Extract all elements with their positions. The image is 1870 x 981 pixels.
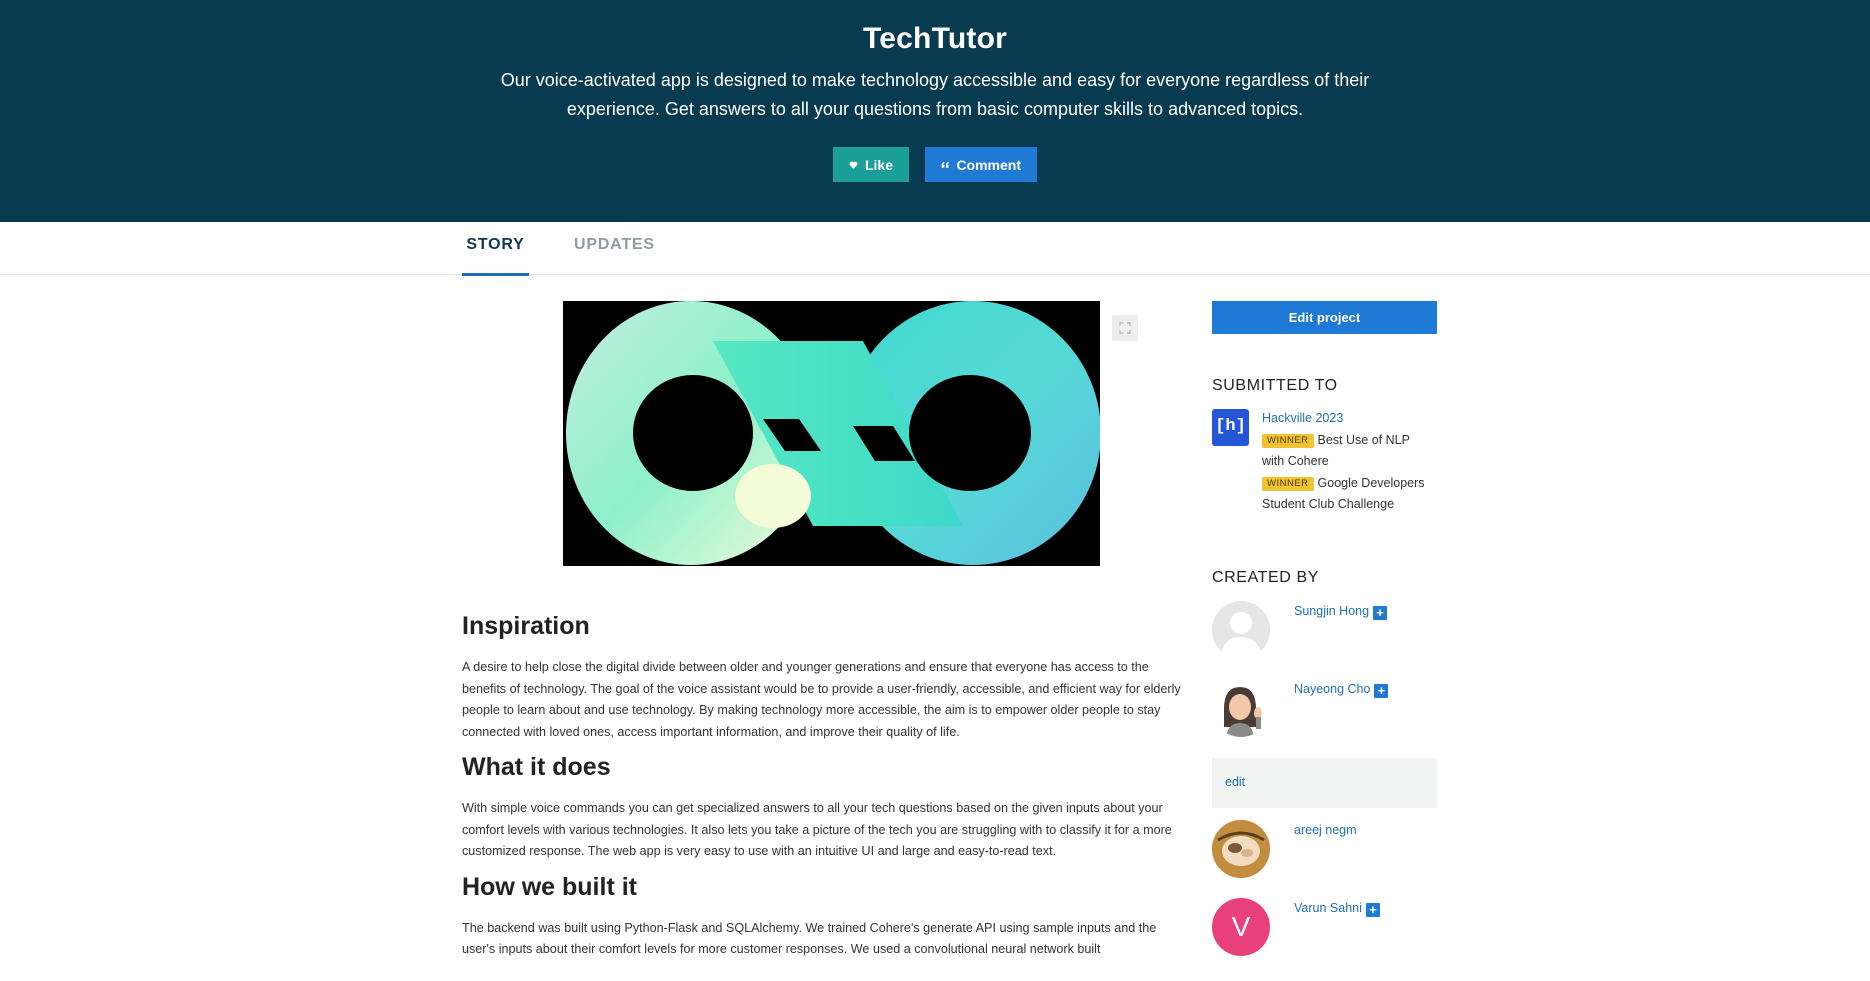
edit-team-box: edit [1212,758,1437,808]
member-name[interactable]: Nayeong Cho + [1294,682,1389,698]
avatar[interactable] [1212,679,1270,737]
project-image[interactable] [563,301,1100,566]
hackathon-logo-text: [h] [1215,417,1246,436]
project-header: TechTutor Our voice-activated app is des… [0,0,1870,222]
member-name-text: areej negm [1294,823,1357,837]
winner-badge: WINNER [1262,433,1314,448]
member-name-text: Varun Sahni [1294,901,1362,915]
avatar[interactable]: V [1212,898,1270,956]
default-user-icon [1212,601,1270,659]
edit-project-button[interactable]: Edit project [1212,301,1437,334]
follow-plus-button[interactable]: + [1373,606,1388,620]
hackathon-logo[interactable]: [h] [1212,409,1249,446]
infinity-logo-image [566,301,1100,565]
submitted-to-heading: SUBMITTED TO [1212,377,1338,394]
avatar[interactable] [1212,601,1270,659]
avatar[interactable] [1212,820,1270,878]
member-name[interactable]: Varun Sahni + [1294,901,1380,917]
comment-label: Comment [956,156,1021,173]
created-by-heading: CREATED BY [1212,569,1320,586]
memoji-avatar-icon [1212,679,1270,737]
project-tagline: Our voice-activated app is designed to m… [500,70,1370,119]
heart-icon [849,161,858,169]
hackathon-link[interactable]: Hackville 2023 [1262,408,1432,430]
header-actions: Like Comment [0,147,1870,182]
tab-story[interactable]: STORY [462,236,529,276]
project-title: TechTutor [862,22,1007,55]
comment-button[interactable]: Comment [925,147,1037,182]
project-tabs: STORY UPDATES [0,222,1870,276]
follow-plus-button[interactable]: + [1374,684,1389,698]
member-name[interactable]: areej negm [1294,823,1357,837]
quote-icon [941,161,949,168]
winner-badge: WINNER [1262,476,1314,491]
story-content: Inspiration A desire to help close the d… [462,612,1186,961]
section-text-what-it-does: With simple voice commands you can get s… [462,801,1172,858]
section-heading-what-it-does: What it does [462,753,611,781]
expand-icon [1119,322,1131,334]
photo-avatar-icon [1212,820,1270,878]
award-item: WINNER Google Developers Student Club Cha… [1262,473,1432,516]
follow-plus-button[interactable]: + [1365,903,1380,917]
like-button[interactable]: Like [833,147,909,182]
submission-details: Hackville 2023 WINNER Best Use of NLP wit… [1262,408,1432,516]
section-text-inspiration: A desire to help close the digital divid… [462,660,1181,739]
section-heading-inspiration: Inspiration [462,612,590,640]
like-label: Like [864,156,893,173]
avatar-initial: V [1231,911,1251,942]
section-text-how-we-built-it: The backend was built using Python-Flask… [462,920,1157,957]
tab-updates[interactable]: UPDATES [574,236,655,273]
section-heading-how-we-built-it: How we built it [462,872,637,901]
member-name[interactable]: Sungjin Hong + [1294,604,1388,620]
expand-image-button[interactable] [1112,315,1138,341]
edit-team-link[interactable]: edit [1225,775,1245,789]
member-name-text: Nayeong Cho [1294,682,1371,696]
member-name-text: Sungjin Hong [1294,604,1370,618]
award-item: WINNER Best Use of NLP with Cohere [1262,430,1432,473]
